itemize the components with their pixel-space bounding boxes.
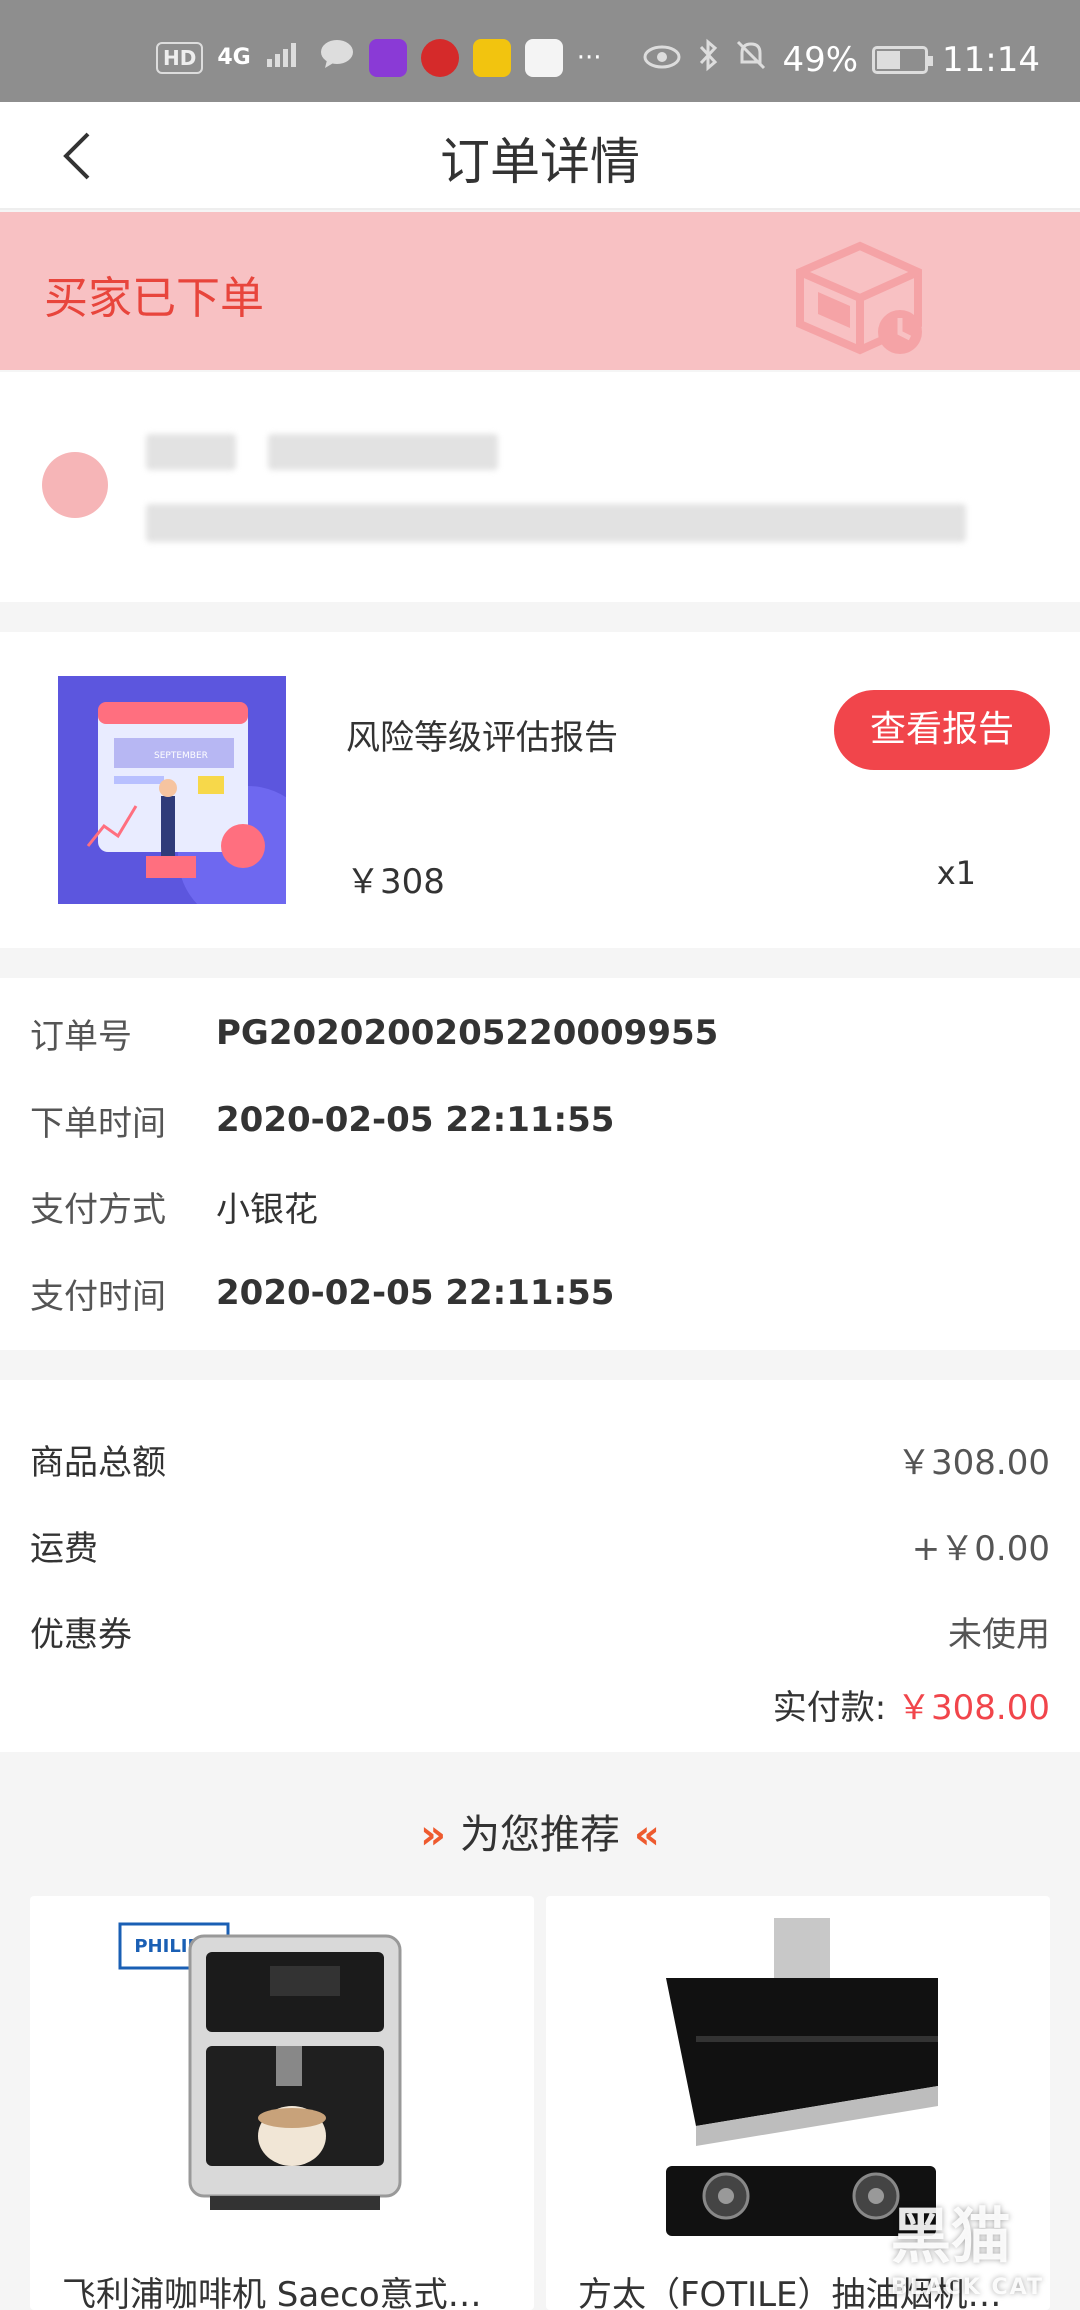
product-card: SEPTEMBER 风险等级评估报告 ￥308 x1 查看报告 <box>0 632 1080 948</box>
message-icon <box>319 38 355 77</box>
order-status-text: 买家已下单 <box>44 273 264 324</box>
recommend-title: 为您推荐 <box>460 1812 620 1858</box>
image-caption: SEPTEMBER <box>154 751 208 761</box>
coupon-value: 未使用 <box>948 1614 1050 1655</box>
page-title: 订单详情 <box>440 133 640 191</box>
watermark-text: 黑猫 <box>890 2202 1011 2272</box>
coupon-label: 优惠券 <box>30 1614 132 1655</box>
shipping-address-card[interactable] <box>0 372 1080 602</box>
maps-app-icon <box>472 38 511 77</box>
payment-method-row: 支付方式 小银花 <box>30 1181 318 1231</box>
product-quantity: x1 <box>936 854 976 892</box>
nav-bar: 订单详情 <box>0 102 1080 210</box>
package-clock-icon <box>796 241 922 355</box>
payment-method-label: 支付方式 <box>30 1189 166 1230</box>
product-thumbnail: SEPTEMBER <box>58 676 286 904</box>
order-number-value: PG2020200205220009955 <box>216 1013 719 1053</box>
clock: 11:14 <box>942 39 1040 80</box>
recommend-item[interactable]: 方太（FOTILE）抽油烟机灶具套装 黑猫 BLACK CAT <box>546 1896 1050 2310</box>
battery-fill <box>877 50 901 69</box>
recommend-item-name: 飞利浦咖啡机 Saeco意式全自动咖啡机 <box>62 2275 510 2310</box>
status-icons-left: HD 4G ··· <box>156 38 602 77</box>
shipping-fee-label: 运费 <box>30 1528 98 1569</box>
video-app-icon <box>368 38 407 77</box>
report-illustration: SEPTEMBER <box>58 676 286 904</box>
bank-app-icon <box>420 38 459 77</box>
amount-paid-label: 实付款: <box>772 1688 887 1728</box>
recommend-heading: » 为您推荐 « <box>0 1802 1080 1860</box>
product-price: ￥308 <box>346 862 445 902</box>
order-number-row: 订单号 PG2020200205220009955 <box>30 1008 718 1058</box>
subtotal-value: ￥308.00 <box>897 1442 1050 1483</box>
order-number-label: 订单号 <box>30 1016 132 1057</box>
double-chevron-right-icon: » <box>420 1812 446 1858</box>
shipping-fee-value: +￥0.00 <box>911 1528 1050 1569</box>
address-line-redacted <box>146 504 966 542</box>
battery-icon <box>872 45 934 74</box>
order-info-section: 订单号 PG2020200205220009955 下单时间 2020-02-0… <box>0 978 1080 1350</box>
amount-paid: 实付款: ￥308.00 <box>773 1680 1050 1729</box>
hd-badge: HD <box>156 41 204 74</box>
status-bar: HD 4G ··· 49% 11:14 <box>0 0 1080 102</box>
subtotal-row: 商品总额 ￥308.00 <box>30 1434 1050 1484</box>
recipient-phone-redacted <box>268 434 498 470</box>
battery-text: 49% <box>782 39 859 80</box>
watermark-logo: 黑猫 BLACK CAT <box>891 2188 1044 2300</box>
recipient-name-redacted <box>146 434 236 470</box>
product-name: 风险等级评估报告 <box>346 718 618 758</box>
order-time-row: 下单时间 2020-02-05 22:11:55 <box>30 1095 614 1145</box>
more-icon: ··· <box>576 42 602 73</box>
watermark-subtext: BLACK CAT <box>890 2275 1044 2300</box>
order-time-label: 下单时间 <box>30 1103 166 1144</box>
play-app-icon <box>524 38 563 77</box>
coupon-row: 优惠券 未使用 <box>30 1606 1050 1656</box>
mute-icon <box>734 38 768 81</box>
shipping-fee-row: 运费 +￥0.00 <box>30 1520 1050 1570</box>
amount-paid-value: ￥308.00 <box>897 1688 1050 1728</box>
double-chevron-left-icon: « <box>634 1812 660 1858</box>
payment-time-row: 支付时间 2020-02-05 22:11:55 <box>30 1268 614 1318</box>
coffee-machine-image: PHILIPS <box>118 1922 402 2210</box>
location-icon <box>42 452 108 518</box>
order-status-banner: 买家已下单 <box>0 212 1080 370</box>
order-time-value: 2020-02-05 22:11:55 <box>216 1100 615 1140</box>
signal-bars-icon <box>265 39 305 76</box>
view-report-button[interactable]: 查看报告 <box>834 690 1050 770</box>
subtotal-label: 商品总额 <box>30 1442 166 1483</box>
payment-method-value: 小银花 <box>216 1189 318 1230</box>
signal-icon: 4G <box>217 45 251 70</box>
payment-time-label: 支付时间 <box>30 1276 166 1317</box>
bluetooth-icon <box>696 38 720 81</box>
recommend-item[interactable]: PHILIPS 飞利浦咖啡机 Saeco意式全自动咖啡机 <box>30 1896 534 2310</box>
payment-time-value: 2020-02-05 22:11:55 <box>216 1273 615 1313</box>
status-icons-right: 49% 11:14 <box>642 38 1040 81</box>
eye-icon <box>642 40 682 80</box>
